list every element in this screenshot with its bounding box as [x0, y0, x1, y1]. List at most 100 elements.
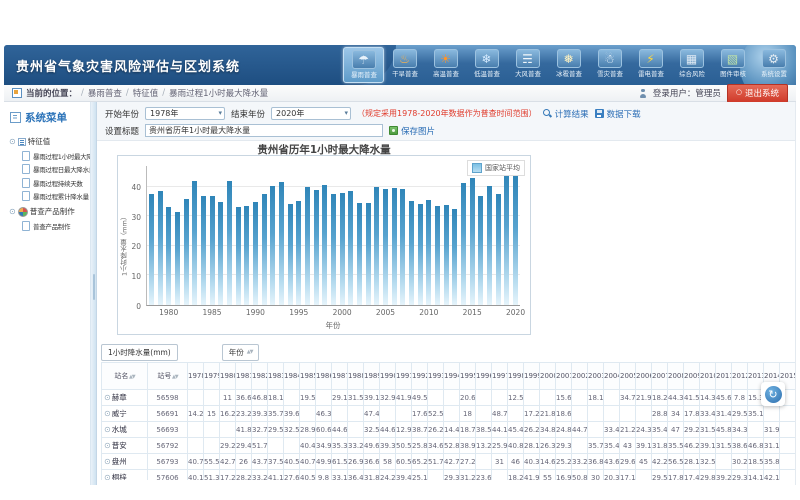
row-expand-icon[interactable]: ⊙	[104, 425, 111, 434]
nav-item-2[interactable]: ☀高温普查	[425, 47, 466, 83]
bar[interactable]	[322, 185, 327, 305]
bar[interactable]	[444, 205, 449, 305]
col-header-year[interactable]: 1980	[220, 363, 236, 390]
col-header-year[interactable]: 2003	[588, 363, 604, 390]
col-header-year[interactable]: 1992	[412, 363, 428, 390]
col-header-year[interactable]: 1985	[300, 363, 316, 390]
start-year-select[interactable]: 1978年 ▾	[145, 107, 225, 120]
bar[interactable]	[409, 201, 414, 305]
bar[interactable]	[305, 187, 310, 305]
panel-splitter[interactable]	[90, 102, 97, 485]
tree-group-toggle[interactable]: ⊙特征值	[9, 136, 90, 147]
col-header-year[interactable]: 2011	[716, 363, 732, 390]
breadcrumb-item[interactable]: 暴雨普查	[88, 87, 122, 99]
bar[interactable]	[426, 200, 431, 305]
bar[interactable]	[184, 199, 189, 305]
bar[interactable]	[392, 188, 397, 305]
col-header-year[interactable]: 1979	[204, 363, 220, 390]
col-header-year[interactable]: 1995	[460, 363, 476, 390]
tree-item[interactable]: 暴雨过程累计降水量	[22, 191, 90, 201]
bar[interactable]	[348, 191, 353, 305]
calc-result-button[interactable]: 计算结果	[543, 108, 589, 120]
bar[interactable]	[244, 206, 249, 305]
row-expand-icon[interactable]: ⊙	[104, 473, 111, 480]
bar[interactable]	[175, 212, 180, 305]
bar[interactable]	[383, 189, 388, 305]
breadcrumb-item[interactable]: 暴雨过程1小时最大降水量	[169, 87, 268, 99]
breadcrumb-item[interactable]: 特征值	[133, 87, 159, 99]
nav-item-5[interactable]: ❅冰雹普查	[548, 47, 589, 83]
tree-item[interactable]: 暴雨过程日最大降水量	[22, 164, 90, 174]
col-header-station-id[interactable]: 站号 ▲▼	[148, 363, 188, 390]
station-name-cell[interactable]: ⊙桐梓	[102, 470, 148, 481]
bar[interactable]	[192, 181, 197, 305]
col-header-year[interactable]: 1982	[252, 363, 268, 390]
station-name-cell[interactable]: ⊙威宁	[102, 406, 148, 422]
bar[interactable]	[366, 203, 371, 305]
nav-item-4[interactable]: ☴大风普查	[507, 47, 548, 83]
col-header-year[interactable]: 1993	[428, 363, 444, 390]
row-expand-icon[interactable]: ⊙	[104, 441, 111, 450]
tree-item[interactable]: 暴雨过程1小时最大降水量	[22, 151, 90, 161]
col-header-year[interactable]: 1978	[188, 363, 204, 390]
data-download-button[interactable]: 数据下载	[595, 108, 641, 120]
col-header-year[interactable]: 1996	[476, 363, 492, 390]
col-header-year[interactable]: 2009	[684, 363, 700, 390]
station-name-cell[interactable]: ⊙盘州	[102, 454, 148, 470]
col-header-year[interactable]: 1997	[492, 363, 508, 390]
bar[interactable]	[452, 209, 457, 305]
col-header-year[interactable]: 2000	[540, 363, 556, 390]
col-header-year[interactable]: 1989	[364, 363, 380, 390]
row-expand-icon[interactable]: ⊙	[104, 393, 111, 402]
bar[interactable]	[288, 204, 293, 305]
nav-item-1[interactable]: ♨干旱普查	[384, 47, 425, 83]
bar[interactable]	[270, 186, 275, 305]
year-sort-control[interactable]: 年份 ▲▼	[222, 344, 260, 361]
col-header-year[interactable]: 1984	[284, 363, 300, 390]
tree-item[interactable]: 普查产品制作	[22, 221, 90, 231]
nav-item-8[interactable]: ▦综合风险	[671, 47, 712, 83]
station-name-cell[interactable]: ⊙赫章	[102, 390, 148, 406]
col-header-year[interactable]: 2010	[700, 363, 716, 390]
bar[interactable]	[314, 190, 319, 305]
nav-item-6[interactable]: ☃雪灾普查	[589, 47, 630, 83]
bar[interactable]	[218, 202, 223, 305]
nav-item-10[interactable]: ⚙系统设置	[753, 47, 794, 83]
bar[interactable]	[418, 204, 423, 305]
bar[interactable]	[331, 194, 336, 305]
refresh-floating-button[interactable]: ↻	[761, 382, 785, 406]
save-image-button[interactable]: 保存图片	[389, 125, 435, 137]
nav-item-7[interactable]: ⚡雷电普查	[630, 47, 671, 83]
col-header-year[interactable]: 2002	[572, 363, 588, 390]
col-header-year[interactable]: 2005	[620, 363, 636, 390]
bar[interactable]	[201, 196, 206, 305]
bar[interactable]	[461, 183, 466, 305]
bar[interactable]	[210, 196, 215, 305]
col-header-year[interactable]: 1994	[444, 363, 460, 390]
col-header-year[interactable]: 1991	[396, 363, 412, 390]
chart-title-input[interactable]	[145, 124, 383, 137]
bar[interactable]	[149, 194, 154, 305]
bar[interactable]	[470, 178, 475, 305]
nav-item-0[interactable]: ☂暴雨普查	[343, 47, 384, 83]
bar[interactable]	[478, 196, 483, 305]
col-header-year[interactable]: 2006	[636, 363, 652, 390]
col-header-year[interactable]: 2007	[652, 363, 668, 390]
col-header-year[interactable]: 1986	[316, 363, 332, 390]
col-header-station[interactable]: 站名 ▲▼	[102, 363, 148, 390]
col-header-year[interactable]: 1988	[348, 363, 364, 390]
tree-group-toggle[interactable]: ⊙普查产品制作	[9, 206, 90, 217]
row-expand-icon[interactable]: ⊙	[104, 409, 111, 418]
col-header-year[interactable]: 2001	[556, 363, 572, 390]
bar[interactable]	[236, 207, 241, 305]
bar[interactable]	[513, 176, 518, 305]
row-expand-icon[interactable]: ⊙	[104, 457, 111, 466]
col-header-year[interactable]: 2004	[604, 363, 620, 390]
tree-item[interactable]: 暴雨过程持续天数	[22, 178, 90, 188]
station-name-cell[interactable]: ⊙普安	[102, 438, 148, 454]
bar[interactable]	[496, 194, 501, 305]
bar[interactable]	[296, 201, 301, 305]
bar[interactable]	[279, 182, 284, 305]
col-header-year[interactable]: 1981	[236, 363, 252, 390]
bar[interactable]	[357, 203, 362, 305]
